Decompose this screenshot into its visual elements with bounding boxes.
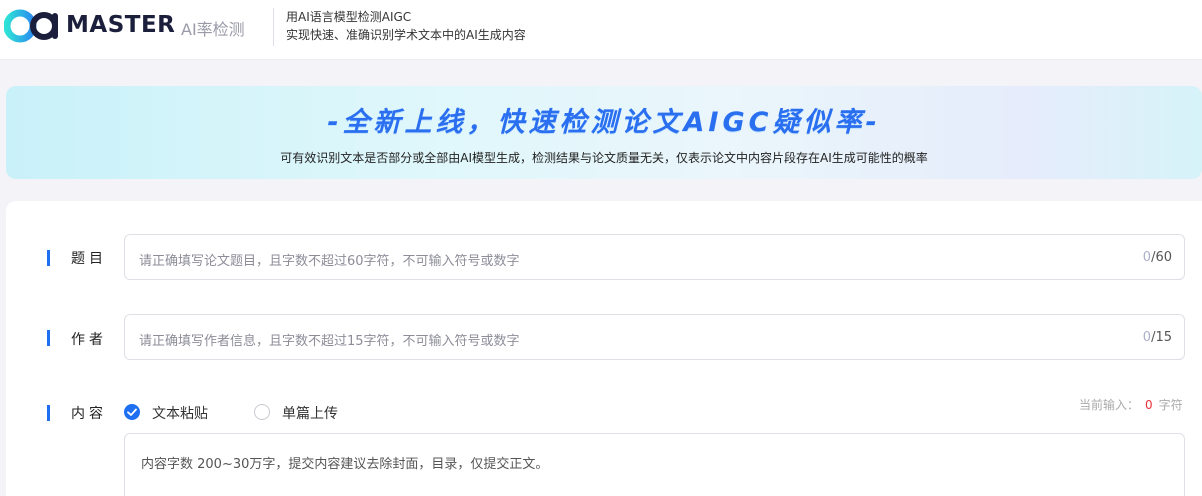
- input-counter: 当前输入： 0 字符: [1079, 398, 1183, 412]
- brand-name: MASTER: [66, 12, 176, 38]
- top-header: MASTER AI率检测 用AI语言模型检测AIGC 实现快速、准确识别学术文本…: [0, 0, 1202, 60]
- upload-radio[interactable]: [254, 404, 270, 420]
- banner-subtitle: 可有效识别文本是否部分或全部由AI模型生成，检测结果与论文质量无关，仅表示论文中…: [280, 151, 928, 165]
- title-label: 题目: [71, 251, 107, 267]
- banner-title: -全新上线，快速检测论文AIGC疑似率-: [327, 107, 881, 138]
- tagline-line-1: 用AI语言模型检测AIGC: [286, 10, 412, 24]
- promo-banner: -全新上线，快速检测论文AIGC疑似率- 可有效识别文本是否部分或全部由AI模型…: [6, 86, 1202, 179]
- header-divider: [273, 8, 274, 46]
- title-label-marker: [47, 250, 50, 266]
- upload-option-label[interactable]: 单篇上传: [282, 403, 338, 423]
- title-input[interactable]: 请正确填写论文题目，且字数不超过60字符，不可输入符号或数字 0/60: [124, 234, 1185, 280]
- content-placeholder: 内容字数 200~30万字，提交内容建议去除封面，目录，仅提交正文。: [141, 457, 549, 472]
- title-placeholder: 请正确填写论文题目，且字数不超过60字符，不可输入符号或数字: [139, 254, 520, 269]
- content-label: 内容: [71, 406, 107, 422]
- author-label: 作者: [71, 332, 107, 348]
- author-input[interactable]: 请正确填写作者信息，且字数不超过15字符，不可输入符号或数字 0/15: [124, 314, 1185, 360]
- content-textarea[interactable]: 内容字数 200~30万字，提交内容建议去除封面，目录，仅提交正文。: [124, 433, 1185, 496]
- brand-subtitle: AI率检测: [181, 20, 245, 39]
- paste-option-label[interactable]: 文本粘贴: [152, 403, 208, 423]
- header-tagline: 用AI语言模型检测AIGC 实现快速、准确识别学术文本中的AI生成内容: [286, 8, 526, 44]
- author-placeholder: 请正确填写作者信息，且字数不超过15字符，不可输入符号或数字: [139, 334, 520, 349]
- paste-radio[interactable]: [124, 404, 140, 420]
- check-icon: [127, 408, 137, 416]
- author-char-count: 0/15: [1142, 330, 1172, 345]
- input-counter-value: 0: [1145, 398, 1153, 412]
- content-label-marker: [47, 405, 50, 421]
- master-logo-icon[interactable]: [4, 7, 62, 45]
- title-char-count: 0/60: [1142, 250, 1172, 265]
- tagline-line-2: 实现快速、准确识别学术文本中的AI生成内容: [286, 28, 526, 42]
- author-label-marker: [47, 330, 50, 346]
